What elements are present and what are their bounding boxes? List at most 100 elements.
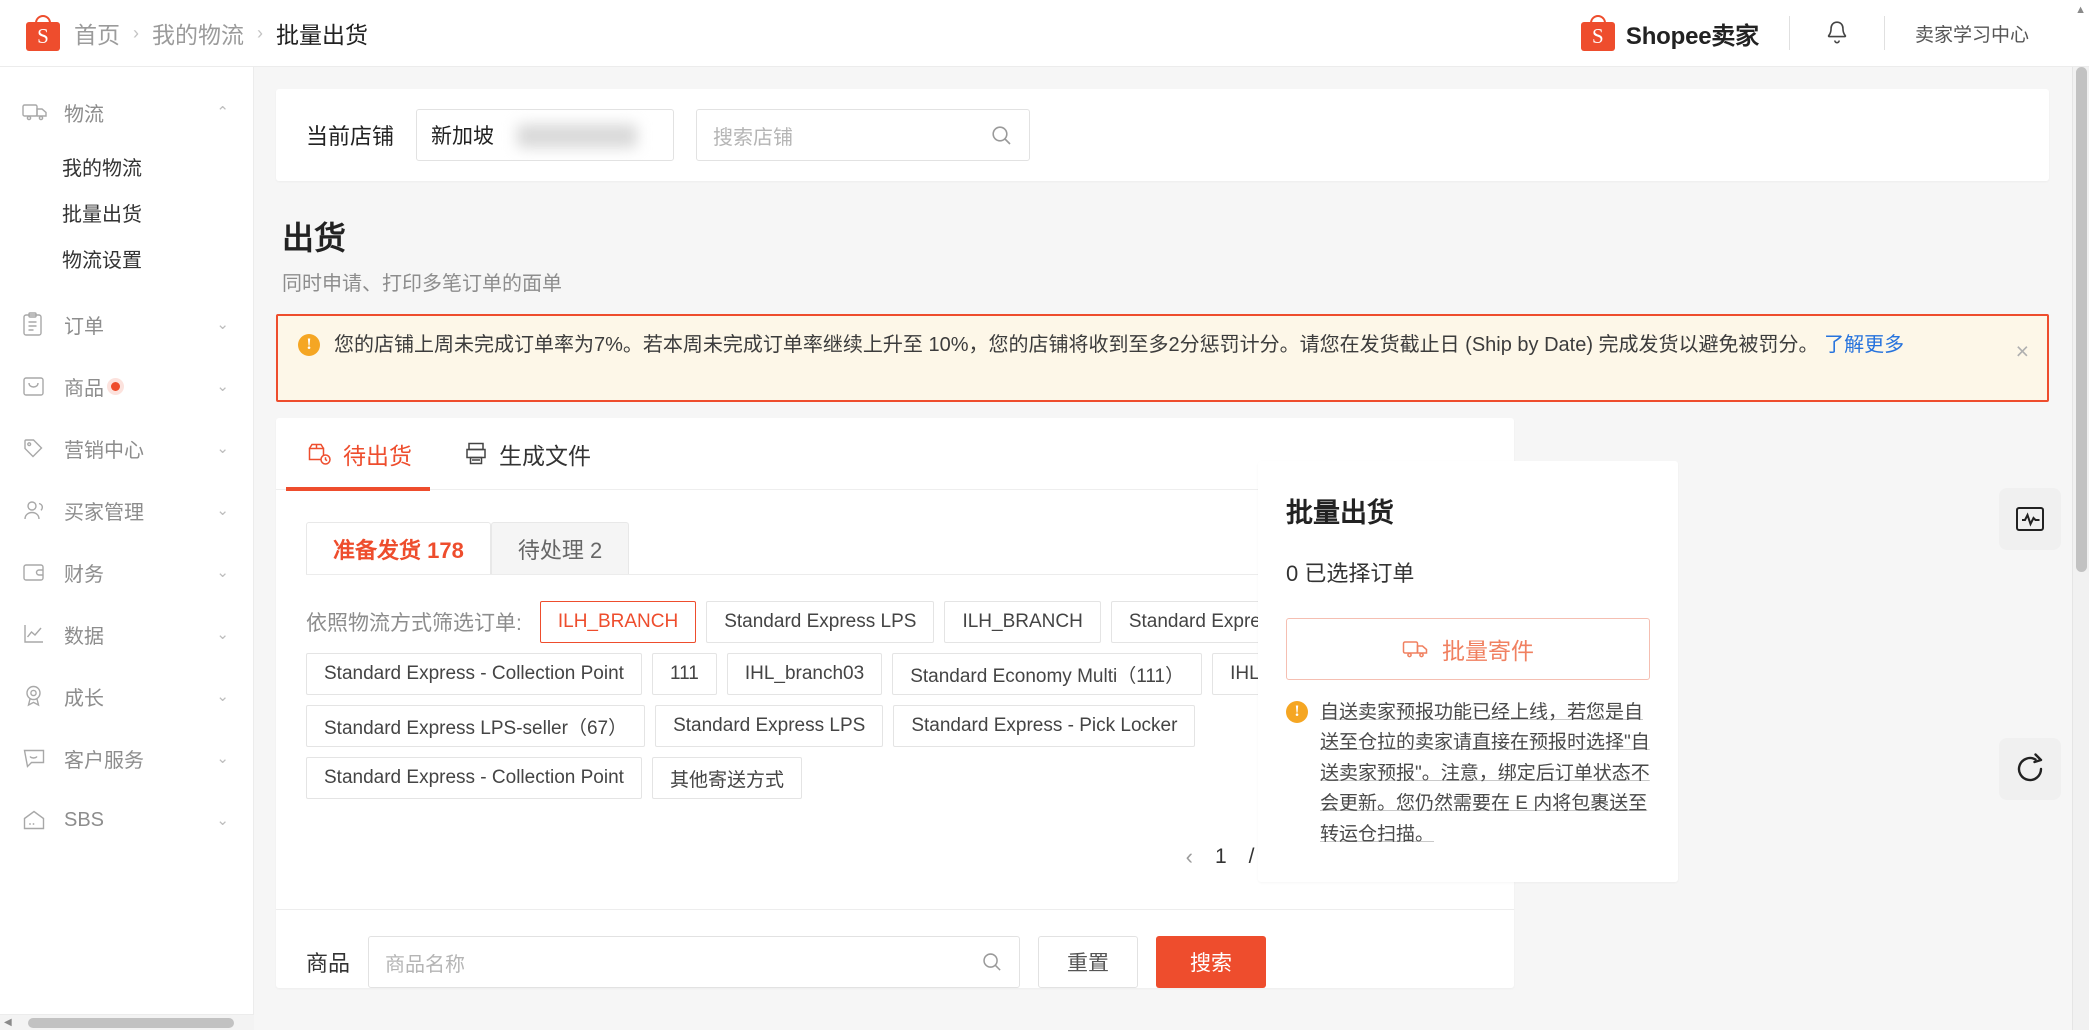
product-search-input[interactable]: 商品名称	[368, 936, 1020, 988]
sidebar-item-bulk-ship[interactable]: 批量出货	[0, 189, 253, 235]
current-page-value[interactable]: 1	[1215, 845, 1227, 869]
inner-tab-pending-process[interactable]: 待处理 2	[491, 522, 629, 574]
scroll-left-arrow-icon[interactable]: ◀	[4, 1017, 12, 1028]
main-content: 当前店铺 新加坡 搜索店铺 出货 同时申请、打印多笔订单的面单 ! 您的店铺上周…	[254, 67, 2075, 1030]
sidebar-item-products[interactable]: 商品 ⌄	[0, 355, 253, 417]
truck-icon	[22, 99, 50, 125]
alert-learn-more-link[interactable]: 了解更多	[1824, 334, 1904, 356]
shop-search-input[interactable]: 搜索店铺	[696, 109, 1030, 161]
sidebar-item-logistics[interactable]: 物流 ⌃	[0, 81, 253, 143]
selected-order-count: 0 已选择订单	[1286, 556, 1650, 588]
scrollbar-thumb[interactable]	[2076, 67, 2087, 572]
bulk-ship-button-label: 批量寄件	[1442, 632, 1534, 666]
page-vertical-scrollbar[interactable]	[2072, 67, 2089, 1030]
sidebar-item-logistics-settings[interactable]: 物流设置	[0, 235, 253, 281]
bulk-ship-title: 批量出货	[1286, 491, 1650, 530]
tag-icon	[22, 435, 50, 461]
breadcrumb-item-my-logistics[interactable]: 我的物流	[152, 16, 244, 50]
sidebar-item-growth[interactable]: 成长 ⌄	[0, 665, 253, 727]
filter-chip[interactable]: Standard Economy Multi（111）	[892, 653, 1202, 695]
selected-shop-value: 新加坡	[431, 120, 494, 150]
filter-chip[interactable]: IHL_branch03	[727, 653, 882, 695]
alert-message: 您的店铺上周未完成订单率为7%。若本周未完成订单率继续上升至 10%，您的店铺将…	[334, 330, 1904, 361]
chart-line-icon	[22, 621, 50, 647]
activity-chart-icon	[2013, 502, 2047, 536]
warehouse-icon	[22, 807, 50, 833]
chevron-down-icon: ⌄	[216, 625, 229, 643]
current-shop-label: 当前店铺	[306, 119, 394, 151]
inner-tab-label-pending-process: 待处理 2	[518, 533, 602, 565]
filter-label: 依照物流方式筛选订单:	[306, 607, 522, 637]
performance-widget-button[interactable]	[1999, 488, 2061, 550]
shop-select-dropdown[interactable]: 新加坡	[416, 109, 674, 161]
truck-icon	[1402, 639, 1429, 659]
scrollbar-thumb[interactable]	[28, 1018, 234, 1028]
alert-message-text: 您的店铺上周未完成订单率为7%。若本周未完成订单率继续上升至 10%，您的店铺将…	[334, 334, 1819, 356]
seller-learning-center-link[interactable]: 卖家学习中心	[1885, 20, 2029, 47]
filter-chip[interactable]: ILH_BRANCH	[540, 601, 696, 643]
sidebar-item-finance[interactable]: 财务 ⌄	[0, 541, 253, 603]
sidebar-label-sbs: SBS	[64, 809, 216, 832]
shopee-seller-logo[interactable]: S Shopee卖家	[1581, 15, 1789, 51]
bulk-ship-button[interactable]: 批量寄件	[1286, 618, 1650, 680]
sidebar-horizontal-scrollbar[interactable]: ◀	[0, 1014, 254, 1030]
shopee-seller-label: Shopee卖家	[1626, 16, 1759, 51]
self-delivery-note: ! 自送卖家预报功能已经上线，若您是自送至仓拉的卖家请直接在预报时选择"自送卖家…	[1286, 698, 1650, 850]
chevron-down-icon: ⌄	[216, 315, 229, 333]
sidebar-item-sbs[interactable]: SBS ⌄	[0, 789, 253, 851]
sidebar-item-my-logistics[interactable]: 我的物流	[0, 143, 253, 189]
tab-label-pending-shipment: 待出货	[343, 437, 412, 471]
bulk-ship-panel: 批量出货 0 已选择订单 批量寄件 ! 自送卖家预报功能已经上线，若您是自送至仓…	[1258, 461, 1678, 882]
loading-widget-button[interactable]	[1999, 738, 2061, 800]
filter-chip[interactable]: Standard Express LPS-seller（67）	[306, 705, 645, 747]
sidebar-item-marketing[interactable]: 营销中心 ⌄	[0, 417, 253, 479]
search-button[interactable]: 搜索	[1156, 936, 1266, 988]
notifications-button[interactable]	[1790, 19, 1884, 47]
box-icon	[22, 373, 50, 399]
chat-icon	[22, 745, 50, 771]
filter-chip[interactable]: Standard Express - Collection Point	[306, 653, 642, 695]
filter-chip[interactable]: Standard Express LPS	[706, 601, 934, 643]
page-subtitle: 同时申请、打印多笔订单的面单	[282, 267, 2051, 296]
breadcrumb-separator-icon: ›	[257, 23, 263, 44]
product-search-label: 商品	[306, 946, 350, 978]
filter-chip[interactable]: 其他寄送方式	[652, 757, 802, 799]
sidebar-item-customer-service[interactable]: 客户服务 ⌄	[0, 727, 253, 789]
product-search-row: 商品 商品名称 重置 搜索	[276, 910, 1514, 988]
sidebar-item-buyer-management[interactable]: 买家管理 ⌄	[0, 479, 253, 541]
sidebar-label-marketing: 营销中心	[64, 434, 216, 463]
sidebar-sublabel-bulk-ship: 批量出货	[62, 198, 142, 227]
scroll-up-arrow-icon[interactable]: ▲	[2075, 4, 2086, 16]
sidebar-label-finance: 财务	[64, 558, 216, 587]
chevron-down-icon: ⌄	[216, 811, 229, 829]
sidebar-item-data[interactable]: 数据 ⌄	[0, 603, 253, 665]
chevron-left-icon[interactable]: ‹	[1186, 844, 1193, 870]
sidebar-label-data: 数据	[64, 620, 216, 649]
filter-chip[interactable]: ILH_BRANCH	[944, 601, 1100, 643]
clipboard-icon	[22, 311, 50, 337]
close-icon[interactable]: ×	[2016, 338, 2029, 365]
product-search-placeholder: 商品名称	[385, 948, 465, 977]
filter-chip[interactable]: Standard Express LPS	[655, 705, 883, 747]
breadcrumb-item-home[interactable]: 首页	[74, 16, 120, 50]
reset-button[interactable]: 重置	[1038, 936, 1138, 988]
sidebar-nav: 物流 ⌃ 我的物流 批量出货 物流设置 订单 ⌄	[0, 67, 254, 1030]
filter-chip[interactable]: 111	[652, 653, 717, 695]
wallet-icon	[22, 559, 50, 585]
medal-icon	[22, 683, 50, 709]
printer-icon	[464, 441, 488, 466]
shop-selector-card: 当前店铺 新加坡 搜索店铺	[276, 89, 2049, 181]
sidebar-item-orders[interactable]: 订单 ⌄	[0, 293, 253, 355]
tab-pending-shipment[interactable]: 待出货	[306, 418, 412, 490]
shopee-logo-icon[interactable]: S	[26, 15, 60, 51]
inner-tab-ready-to-ship[interactable]: 准备发货 178	[306, 522, 491, 574]
filter-chip[interactable]: Standard Express - Collection Point	[306, 757, 642, 799]
search-icon[interactable]	[990, 124, 1013, 147]
sidebar-label-orders: 订单	[64, 310, 216, 339]
filter-chip[interactable]: Standard Express - Pick Locker	[893, 705, 1195, 747]
search-icon[interactable]	[981, 951, 1003, 973]
sidebar-label-logistics: 物流	[64, 98, 216, 127]
tab-generated-files[interactable]: 生成文件	[464, 418, 591, 490]
loader-ring-icon	[2011, 750, 2049, 788]
sidebar-label-growth: 成长	[64, 682, 216, 711]
